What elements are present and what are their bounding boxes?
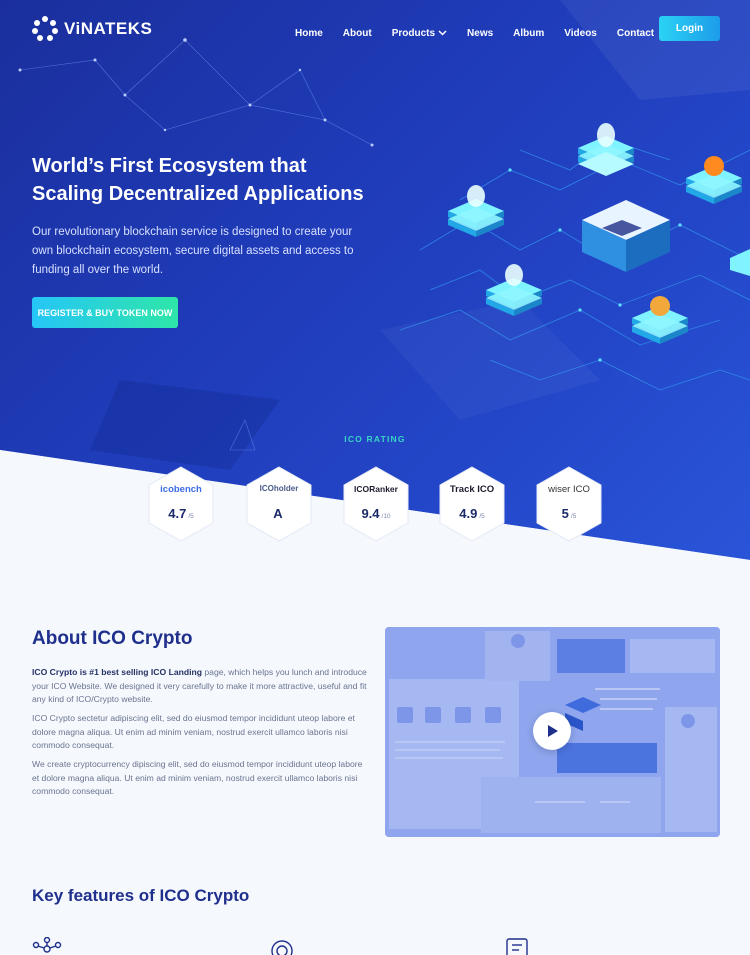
score-value: 4.7 (168, 506, 187, 521)
score-value: 5 (561, 506, 569, 521)
badge-score: 9.4/10 (343, 506, 409, 521)
hexagon-shape (439, 466, 505, 542)
score-value: 9.4 (361, 506, 380, 521)
badge-logo: ICORanker (354, 484, 398, 494)
badge-logo: wiser ICO (548, 484, 590, 495)
rating-badge-icobench[interactable]: icobench 4.7/5 (148, 466, 214, 542)
score-value: A (273, 506, 283, 521)
nav-home[interactable]: Home (295, 22, 323, 44)
play-button[interactable] (533, 712, 571, 750)
nav-videos[interactable]: Videos (564, 22, 597, 44)
score-denominator: /5 (479, 513, 485, 520)
document-icon (506, 938, 528, 955)
badge-score: A (246, 506, 312, 521)
about-paragraph-3: We create cryptocurrency dipiscing elit,… (32, 759, 363, 797)
about-highlight: ICO Crypto is #1 best selling ICO Landin… (32, 667, 202, 677)
hexagon-shape (343, 466, 409, 542)
about-paragraph-1: ICO Crypto is #1 best selling ICO Landin… (32, 666, 367, 707)
nav-products[interactable]: Products (392, 22, 447, 44)
play-icon (548, 725, 558, 737)
rating-badge-wiserico[interactable]: wiser ICO 5/5 (536, 466, 602, 542)
register-buy-token-button[interactable]: REGISTER & BUY TOKEN NOW (32, 297, 178, 328)
chevron-down-icon (438, 30, 447, 36)
score-value: 4.9 (459, 506, 478, 521)
features-title: Key features of ICO Crypto (32, 886, 250, 905)
nav-news[interactable]: News (467, 22, 493, 44)
rating-badge-trackico[interactable]: Track ICO 4.9/5 (439, 466, 505, 542)
score-denominator: /10 (381, 513, 391, 520)
nav-album[interactable]: Album (513, 22, 544, 44)
nav-about[interactable]: About (343, 22, 372, 44)
nav-products-label: Products (391, 27, 436, 39)
network-icon (32, 937, 62, 953)
logo-icon (32, 16, 58, 41)
nav-contact[interactable]: Contact (617, 22, 654, 44)
badge-score: 5/5 (536, 506, 602, 521)
top-navigation: ViNATEKS Home About Products News Album … (0, 0, 750, 58)
about-paragraph-2: ICO Crypto sectetur adipiscing elit, sed… (32, 713, 355, 751)
badge-score: 4.9/5 (439, 506, 505, 521)
badge-logo: Track ICO (449, 484, 495, 495)
brand-name: ViNATEKS (64, 19, 153, 38)
badge-logo: icobench (160, 484, 202, 495)
about-video[interactable] (385, 627, 720, 837)
hexagon-shape (536, 466, 602, 542)
hexagon-shape (246, 466, 312, 542)
badge-score: 4.7/5 (148, 506, 214, 521)
rating-badge-icoholder[interactable]: ICOholder A (246, 466, 312, 542)
rating-badge-icoranker[interactable]: ICORanker 9.4/10 (343, 466, 409, 542)
brand-logo[interactable]: ViNATEKS (32, 16, 152, 42)
ico-rating-label: ICO RATING (344, 434, 406, 444)
score-denominator: /5 (570, 513, 577, 520)
login-button[interactable]: Login (659, 16, 720, 41)
badge-logo: ICOholder (259, 484, 299, 493)
coin-icon (271, 940, 293, 955)
hero-title: World’s First Ecosystem that Scaling Dec… (32, 155, 364, 205)
hero-description: Our revolutionary blockchain service is … (32, 226, 354, 276)
hexagon-shape (148, 466, 214, 542)
rating-badges: icobench 4.7/5 ICOholder A ICORanker 9.4… (148, 466, 608, 542)
about-title: About ICO Crypto (32, 628, 193, 649)
score-denominator: /5 (188, 513, 194, 520)
